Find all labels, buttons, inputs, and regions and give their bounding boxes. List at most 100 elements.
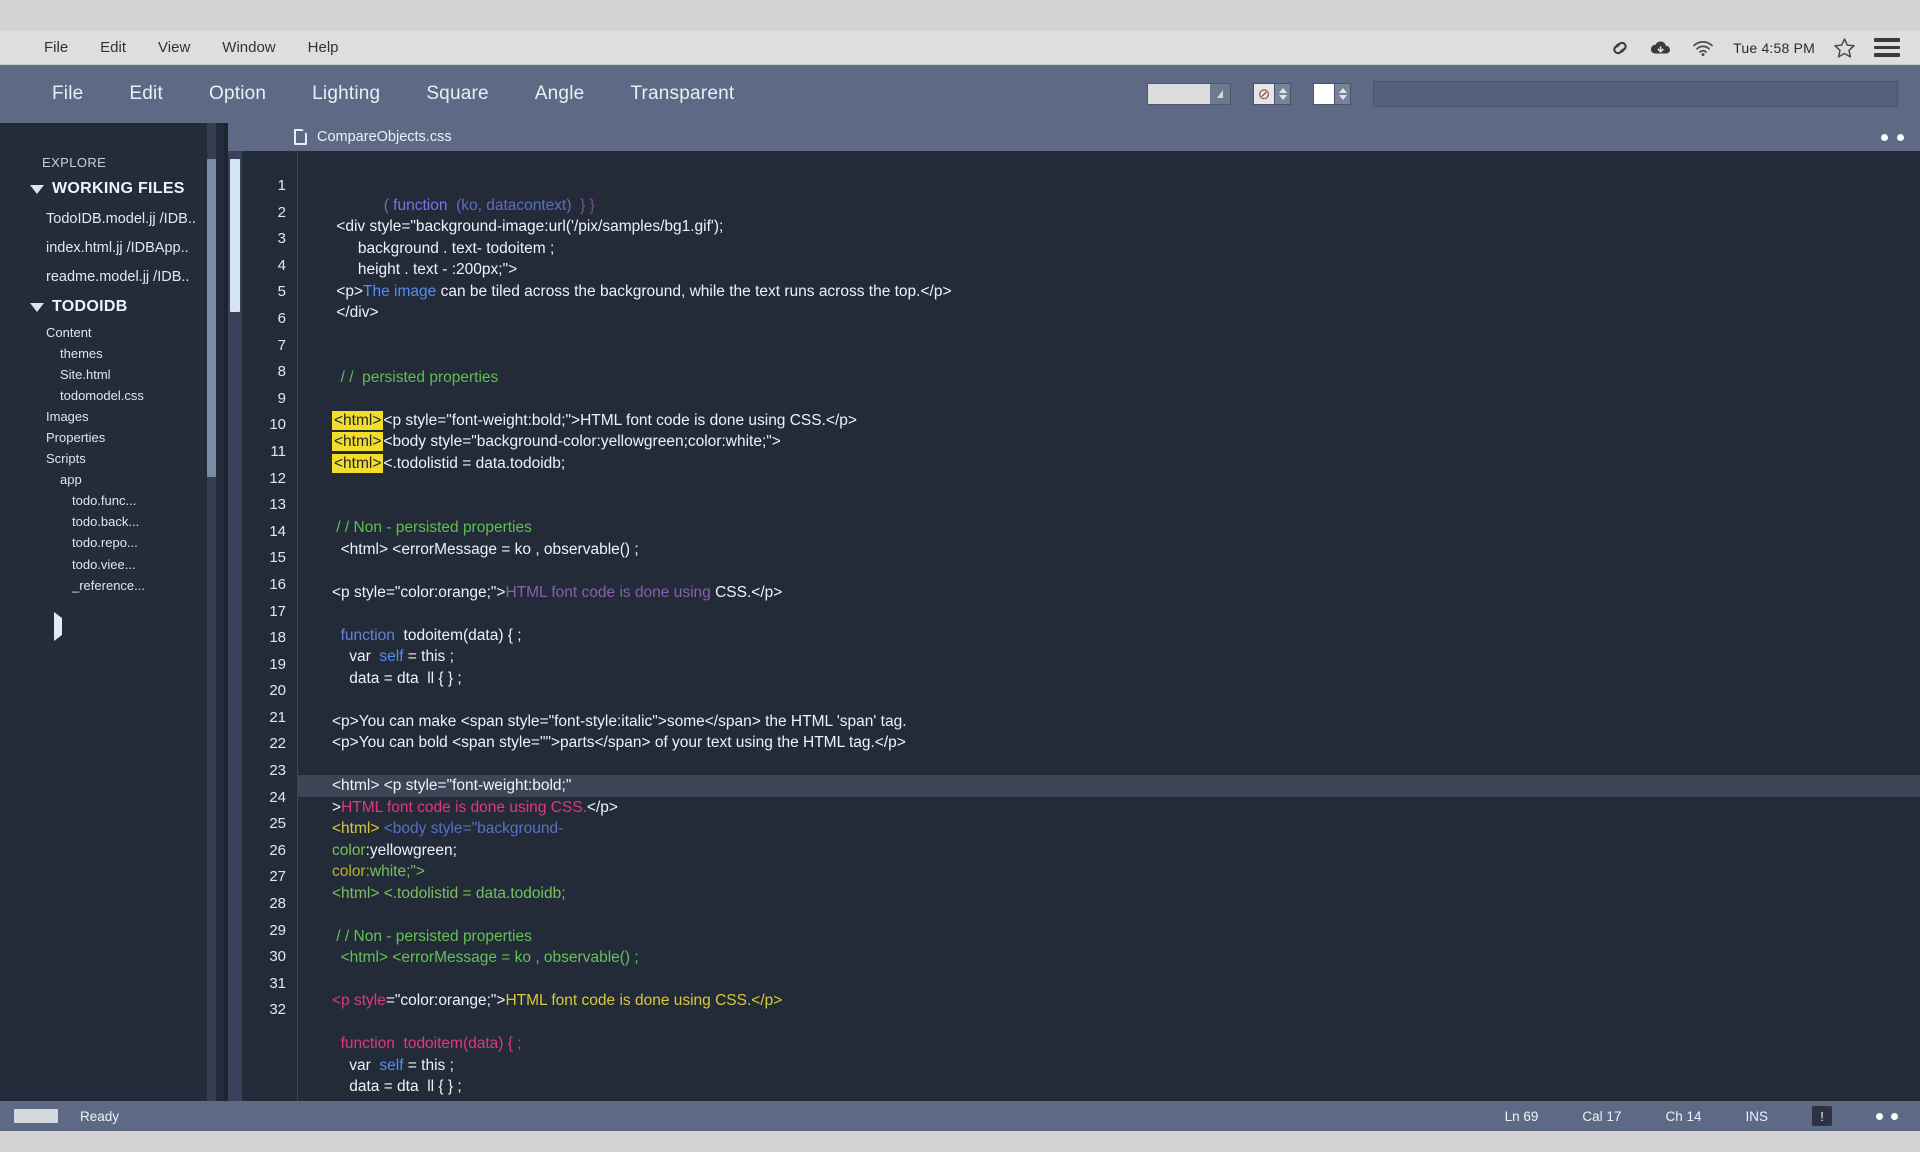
tree-item-reference[interactable]: _reference...	[72, 575, 228, 596]
os-menu-view[interactable]: View	[154, 37, 194, 58]
tree-item-scripts[interactable]: Scripts	[46, 448, 228, 469]
style-dropdown[interactable]	[1147, 83, 1231, 105]
collapsed-tree-node[interactable]	[54, 618, 228, 636]
line-number: 24	[242, 785, 298, 812]
tree-item-properties[interactable]: Properties	[46, 427, 228, 448]
code-token: <p style="color:orange;">	[332, 584, 505, 601]
editor-scrollbar-thumb[interactable]	[230, 159, 240, 312]
warning-icon[interactable]: !	[1812, 1106, 1832, 1126]
code-line: >HTML font code is done using CSS.</p>	[332, 797, 1920, 819]
tree-item-themes[interactable]: themes	[60, 343, 228, 364]
code-line-active[interactable]: <html> <p style="font-weight:bold;"	[298, 775, 1920, 797]
toolbar-wide-input[interactable]	[1373, 81, 1898, 107]
star-icon[interactable]	[1833, 37, 1856, 59]
sidebar-section-todoidb[interactable]: TODOIDB	[30, 298, 228, 316]
code-token: height . text - :200px;">	[332, 261, 517, 278]
status-ready-label: Ready	[80, 1109, 119, 1124]
desktop: File Edit View Window Help Tue 4:58 PM	[0, 0, 1920, 1152]
app-menu-square[interactable]: Square	[426, 83, 488, 105]
working-file-readme-model[interactable]: readme.model.jj /IDB..	[46, 269, 228, 285]
status-progress-chip	[14, 1109, 58, 1123]
app-menu-option[interactable]: Option	[209, 83, 266, 105]
line-number: 9	[242, 386, 298, 413]
code-content[interactable]: ( function (ko, datacontext) } } <div st…	[298, 151, 1920, 1101]
tree-item-todo-repo[interactable]: todo.repo...	[72, 532, 228, 553]
code-line: <html> <errorMessage = ko , observable()…	[332, 539, 1920, 561]
app-menu-transparent[interactable]: Transparent	[630, 83, 734, 105]
tab-compareobjects-css[interactable]: CompareObjects.css	[280, 123, 468, 151]
code-line-blank	[332, 560, 1920, 582]
os-menu-help[interactable]: Help	[304, 37, 343, 58]
tree-item-images[interactable]: Images	[46, 406, 228, 427]
code-line: color:white;">	[332, 861, 1920, 883]
code-line: <p>You can make <span style="font-style:…	[332, 711, 1920, 733]
toolbar-controls: ⊘	[1147, 81, 1898, 107]
line-number: 12	[242, 466, 298, 493]
os-menu-window[interactable]: Window	[218, 37, 279, 58]
tree-item-todo-back[interactable]: todo.back...	[72, 511, 228, 532]
cloud-download-icon[interactable]	[1649, 39, 1673, 57]
code-line-blank	[332, 689, 1920, 711]
todoidb-tree: Content themes Site.html todomodel.css I…	[46, 322, 228, 596]
file-explorer-sidebar: EXPLORE WORKING FILES TodoIDB.model.jj /…	[0, 123, 228, 1101]
code-line: <html><p style="font-weight:bold;">HTML …	[332, 410, 1920, 432]
tab-bar-options-dots[interactable]	[1881, 134, 1904, 141]
tree-item-site-html[interactable]: Site.html	[60, 364, 228, 385]
hamburger-menu-icon[interactable]	[1874, 38, 1900, 57]
app-menu-list: File Edit Option Lighting Square Angle T…	[52, 83, 734, 105]
color-spinner[interactable]	[1335, 83, 1351, 105]
tree-item-todomodel-css[interactable]: todomodel.css	[60, 385, 228, 406]
line-number: 23	[242, 758, 298, 785]
status-line-indicator[interactable]: Ln 69	[1505, 1109, 1539, 1124]
working-files-label: WORKING FILES	[52, 180, 185, 198]
code-token: function todoitem	[332, 1035, 463, 1052]
tree-item-todo-viee[interactable]: todo.viee...	[72, 554, 228, 575]
status-char-indicator[interactable]: Ch 14	[1665, 1109, 1701, 1124]
sidebar-scrollbar-thumb[interactable]	[207, 159, 216, 477]
code-line-blank	[332, 904, 1920, 926]
line-number: 1	[242, 173, 298, 200]
code-token: :yellowgreen;	[366, 842, 457, 859]
working-file-index-html[interactable]: index.html.jj /IDBApp..	[46, 240, 228, 256]
app-menu-angle[interactable]: Angle	[535, 83, 585, 105]
tree-item-app[interactable]: app	[60, 469, 228, 490]
app-menu-file[interactable]: File	[52, 83, 83, 105]
line-number: 29	[242, 918, 298, 945]
status-column-indicator[interactable]: Cal 17	[1582, 1109, 1621, 1124]
nofill-swatch-group[interactable]: ⊘	[1253, 83, 1291, 105]
code-line-blank	[332, 754, 1920, 776]
clock-label[interactable]: Tue 4:58 PM	[1733, 40, 1815, 56]
line-number: 20	[242, 678, 298, 705]
os-menu-edit[interactable]: Edit	[96, 37, 130, 58]
color-swatch-group[interactable]	[1313, 83, 1351, 105]
code-line: <div style="background-image:url('/pix/s…	[332, 216, 1920, 238]
line-number: 10	[242, 412, 298, 439]
status-insert-mode[interactable]: INS	[1745, 1109, 1768, 1124]
code-line: <html> <.todolistid = data.todoidb;	[332, 883, 1920, 905]
line-number: 18	[242, 625, 298, 652]
sidebar-section-working-files[interactable]: WORKING FILES	[30, 180, 228, 198]
working-file-todoidb-model[interactable]: TodoIDB.model.jj /IDB..	[46, 211, 228, 227]
code-line-blank	[332, 496, 1920, 518]
line-number: 19	[242, 652, 298, 679]
app-menu-edit[interactable]: Edit	[129, 83, 163, 105]
nofill-swatch[interactable]: ⊘	[1253, 83, 1275, 105]
code-line: height . text - :200px;">	[332, 259, 1920, 281]
wifi-icon[interactable]	[1691, 39, 1715, 57]
line-number: 3	[242, 226, 298, 253]
color-swatch[interactable]	[1313, 83, 1335, 105]
status-options-dots[interactable]	[1876, 1113, 1898, 1120]
nofill-spinner[interactable]	[1275, 83, 1291, 105]
code-line-blank	[332, 324, 1920, 346]
editor-scrollbar-track[interactable]	[228, 151, 242, 1101]
app-menu-lighting[interactable]: Lighting	[312, 83, 380, 105]
os-menu-file[interactable]: File	[40, 37, 72, 58]
tab-label: CompareObjects.css	[317, 129, 452, 145]
code-token	[332, 627, 341, 644]
no-fill-icon: ⊘	[1258, 87, 1271, 102]
link-icon[interactable]	[1609, 39, 1631, 57]
status-right-group: Ln 69 Cal 17 Ch 14 INS !	[1505, 1106, 1898, 1126]
tree-item-todo-func[interactable]: todo.func...	[72, 490, 228, 511]
tree-item-content[interactable]: Content	[46, 322, 228, 343]
line-number: 21	[242, 705, 298, 732]
